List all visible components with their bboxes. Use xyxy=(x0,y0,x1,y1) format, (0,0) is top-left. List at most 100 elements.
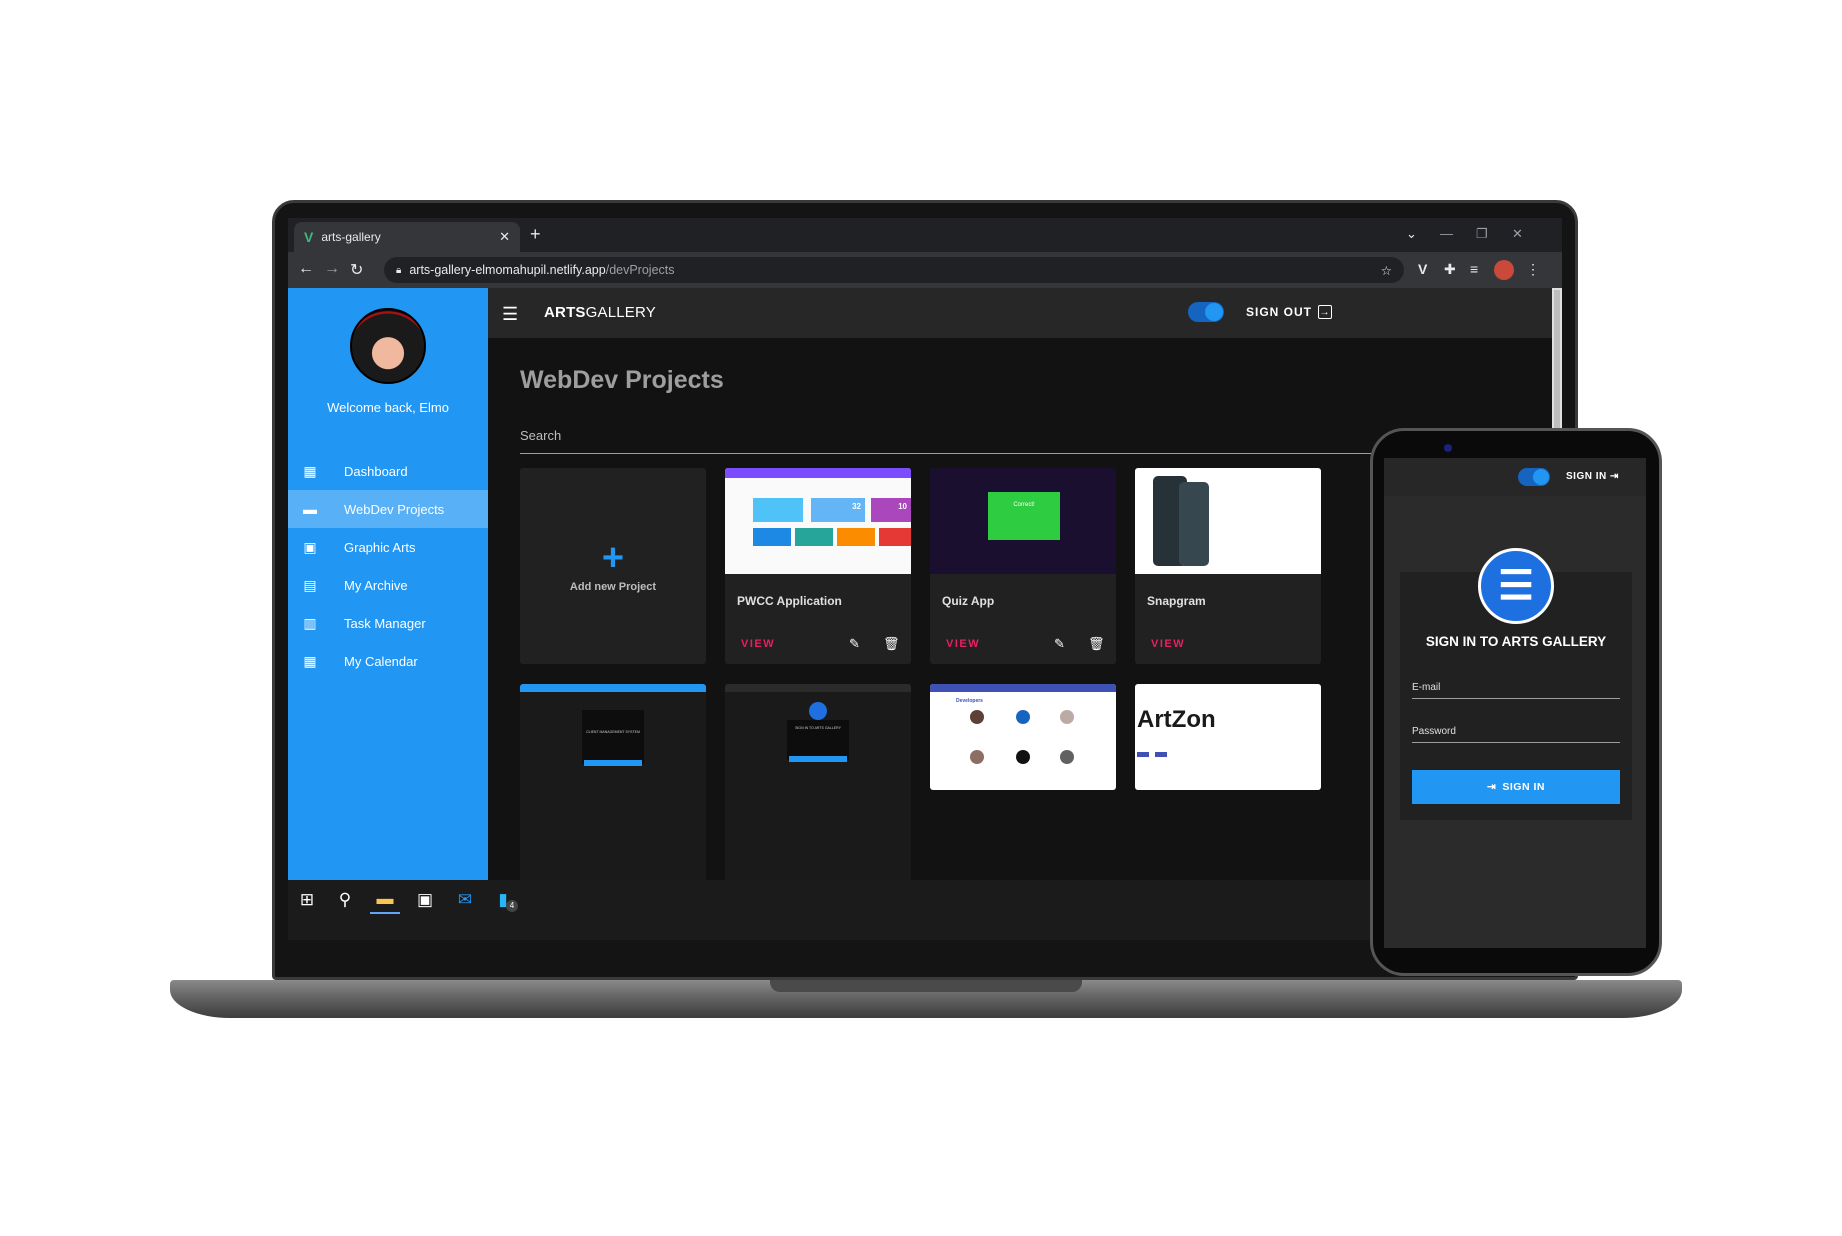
profile-avatar[interactable] xyxy=(1494,260,1514,280)
password-field[interactable] xyxy=(1412,742,1620,743)
sidebar-item-dashboard[interactable]: ▦ Dashboard xyxy=(288,452,488,490)
sign-in-nav-button[interactable]: SIGN IN ⇥ xyxy=(1566,471,1619,482)
password-label: Password xyxy=(1412,726,1456,737)
search-icon[interactable]: ⚲ xyxy=(330,886,360,914)
browser-tab[interactable]: V arts-gallery ✕ xyxy=(294,222,520,252)
thumb-cms-label: CLIENT MANAGEMENT SYSTEM xyxy=(582,710,644,764)
sign-out-button[interactable]: SIGN OUT → xyxy=(1246,305,1333,319)
tab-title: arts-gallery xyxy=(321,230,381,244)
edit-pencil-icon[interactable]: ✎ xyxy=(1054,636,1065,652)
menu-icon[interactable]: ☰ xyxy=(502,304,518,325)
phone-app-bar: SIGN IN ⇥ xyxy=(1384,458,1646,496)
sidebar-item-my-archive[interactable]: ▤ My Archive xyxy=(288,566,488,604)
notification-badge: 4 xyxy=(506,900,518,912)
view-button[interactable]: VIEW xyxy=(1151,638,1185,650)
dashboard-icon: ▦ xyxy=(303,462,317,479)
close-tab-icon[interactable]: ✕ xyxy=(499,229,510,245)
add-project-card[interactable]: + Add new Project xyxy=(520,468,706,664)
thumb-stat: 10 xyxy=(871,498,911,522)
extensions-icon[interactable]: ✚ xyxy=(1444,261,1456,278)
vue-logo-icon: V xyxy=(304,229,314,245)
project-card: 32 10 PWCC Application VIEW ✎ 🗑︎ xyxy=(725,468,911,664)
sidebar-item-graphic-arts[interactable]: ▣ Graphic Arts xyxy=(288,528,488,566)
calendar-icon: ▦ xyxy=(303,652,317,669)
browser-toolbar: ← → ↻ 🔒︎ arts-gallery-elmomahupil.netlif… xyxy=(288,252,1562,288)
address-bar[interactable]: 🔒︎ arts-gallery-elmomahupil.netlify.app/… xyxy=(384,257,1404,283)
search-input[interactable]: Search xyxy=(520,428,1520,454)
login-icon: ⇥ xyxy=(1487,781,1497,793)
plus-icon: + xyxy=(601,537,625,579)
vue-devtools-icon[interactable]: V xyxy=(1418,261,1427,277)
sign-in-button[interactable]: ⇥ SIGN IN xyxy=(1412,770,1620,804)
sign-out-label: SIGN OUT xyxy=(1246,305,1313,319)
delete-trash-icon[interactable]: 🗑︎ xyxy=(1088,636,1105,652)
project-card: Correct! Quiz App VIEW ✎ 🗑︎ xyxy=(930,468,1116,664)
sign-in-card: ☰ SIGN IN TO ARTS GALLERY E-mail Passwor… xyxy=(1400,548,1632,820)
thumb-artzone-title: ArtZon xyxy=(1137,706,1216,733)
project-thumbnail xyxy=(1135,468,1321,574)
forward-icon[interactable]: → xyxy=(324,260,340,278)
sidebar-item-label: My Archive xyxy=(344,577,408,593)
windows-start-icon[interactable]: ⊞ xyxy=(292,886,322,914)
laptop-notch xyxy=(770,980,1082,992)
browser-tab-strip: V arts-gallery ✕ + ⌄ — ❐ ✕ xyxy=(288,218,1562,252)
sidebar-item-label: My Calendar xyxy=(344,653,418,669)
reload-icon[interactable]: ↻ xyxy=(350,260,363,280)
logout-icon: → xyxy=(1318,305,1333,319)
edit-pencil-icon[interactable]: ✎ xyxy=(849,636,860,652)
project-card: SIGN IN TO ARTS GALLERY xyxy=(725,684,911,880)
lock-icon: 🔒︎ xyxy=(396,264,402,276)
brand-logo-text: ARTSGALLERY xyxy=(544,304,656,321)
window-close-icon[interactable]: ✕ xyxy=(1512,226,1523,242)
view-button[interactable]: VIEW xyxy=(946,638,980,650)
sidebar-item-my-calendar[interactable]: ▦ My Calendar xyxy=(288,642,488,680)
view-button[interactable]: VIEW xyxy=(741,638,775,650)
clipboard-clock-icon: ▥ xyxy=(303,614,317,631)
page-title: WebDev Projects xyxy=(520,366,724,394)
email-label: E-mail xyxy=(1412,682,1441,693)
login-icon: ⇥ xyxy=(1610,471,1619,482)
url-path: /devProjects xyxy=(605,263,675,277)
thumb-developers-label: Developers xyxy=(956,698,983,704)
app-bar: ☰ ARTSGALLERY SIGN OUT → xyxy=(488,288,1552,338)
bookmark-star-icon[interactable]: ☆ xyxy=(1381,263,1392,278)
arts-gallery-logo-icon: ☰ xyxy=(1478,548,1554,624)
sidebar: Welcome back, Elmo ▦ Dashboard ▬ WebDev … xyxy=(288,288,488,880)
mail-icon[interactable]: ✉ xyxy=(450,886,480,914)
tab-search-icon[interactable]: ⌄ xyxy=(1406,226,1417,242)
project-card: Developers xyxy=(930,684,1116,790)
card-title: Snapgram xyxy=(1147,594,1206,608)
dark-mode-toggle[interactable] xyxy=(1188,302,1224,322)
sidebar-item-label: Dashboard xyxy=(344,463,408,479)
thumb-stat: 32 xyxy=(811,498,865,522)
thumb-correct: Correct! xyxy=(988,492,1060,540)
sidebar-item-webdev-projects[interactable]: ▬ WebDev Projects xyxy=(288,490,488,528)
restore-icon[interactable]: ❐ xyxy=(1476,226,1488,242)
browser-menu-icon[interactable]: ⋮ xyxy=(1526,261,1540,278)
sign-in-button-label: SIGN IN xyxy=(1502,781,1545,793)
sidebar-item-label: Task Manager xyxy=(344,615,426,631)
new-tab-button[interactable]: + xyxy=(530,224,541,245)
back-icon[interactable]: ← xyxy=(298,260,314,278)
email-field[interactable] xyxy=(1412,698,1620,699)
project-card: ArtZon xyxy=(1135,684,1321,790)
image-icon: ▣ xyxy=(303,538,317,555)
dark-mode-toggle[interactable] xyxy=(1518,468,1550,486)
url-host: arts-gallery-elmomahupil.netlify.app xyxy=(409,263,606,277)
phone-screen: SIGN IN ⇥ ☰ SIGN IN TO ARTS GALLERY E-ma… xyxy=(1384,458,1646,948)
minimize-icon[interactable]: — xyxy=(1440,226,1453,241)
project-thumbnail: 32 10 xyxy=(725,468,911,574)
sidebar-item-task-manager[interactable]: ▥ Task Manager xyxy=(288,604,488,642)
reading-list-icon[interactable]: ≡ xyxy=(1470,261,1478,277)
thumb-signin-label: SIGN IN TO ARTS GALLERY xyxy=(787,720,849,760)
phone-camera xyxy=(1444,444,1452,452)
folder-icon: ▬ xyxy=(303,501,317,517)
add-project-label: Add new Project xyxy=(569,581,657,593)
user-avatar xyxy=(350,308,426,384)
file-explorer-icon[interactable]: ▬ xyxy=(370,886,400,914)
delete-trash-icon[interactable]: 🗑︎ xyxy=(883,636,900,652)
card-title: Quiz App xyxy=(942,594,995,608)
store-icon[interactable]: ▣ xyxy=(410,886,440,914)
welcome-text: Welcome back, Elmo xyxy=(327,400,449,415)
project-card: Snapgram VIEW xyxy=(1135,468,1321,664)
